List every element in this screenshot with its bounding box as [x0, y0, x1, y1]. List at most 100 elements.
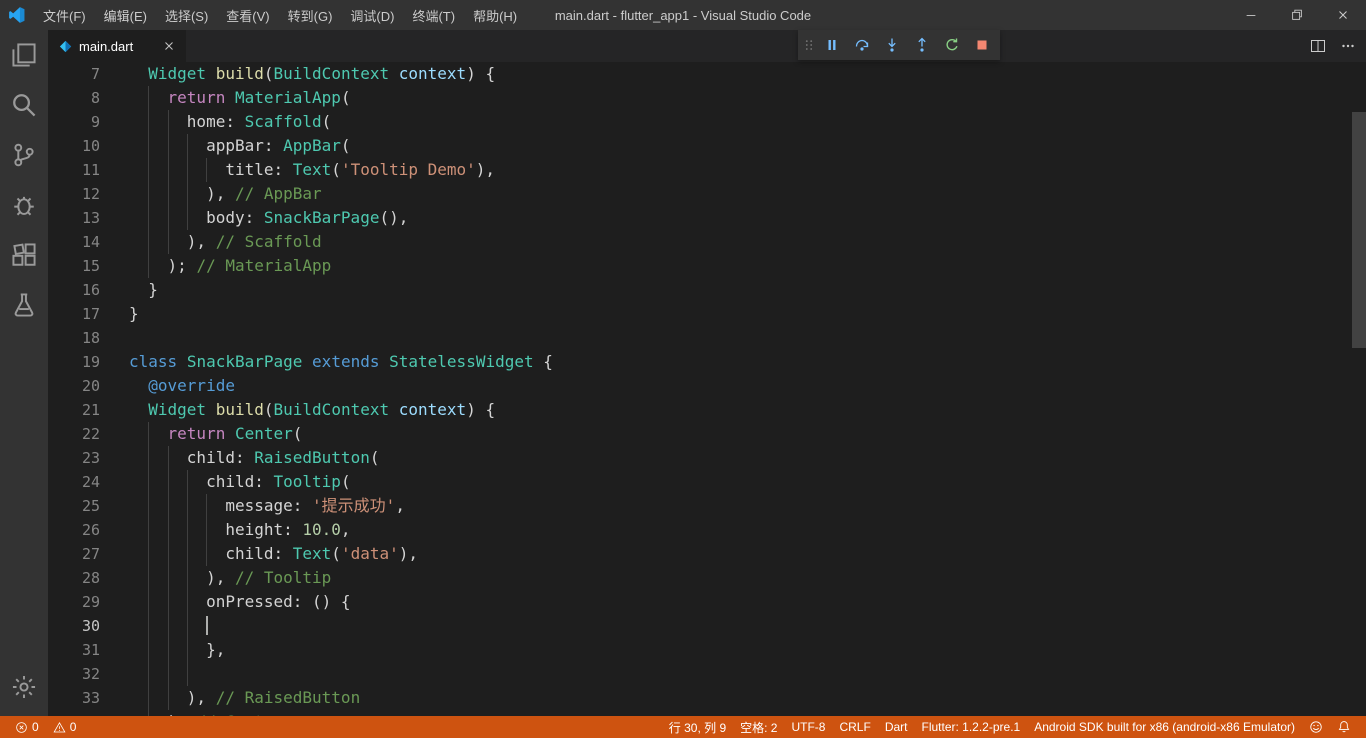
code-line-23[interactable]: 23 child: RaisedButton(	[48, 446, 1352, 470]
debug-drag-handle-button[interactable]	[801, 30, 817, 60]
status-encoding[interactable]: UTF-8	[784, 716, 832, 738]
line-number[interactable]: 13	[48, 206, 100, 230]
line-number[interactable]: 24	[48, 470, 100, 494]
line-number[interactable]: 33	[48, 686, 100, 710]
line-number[interactable]: 12	[48, 182, 100, 206]
status-eol[interactable]: CRLF	[832, 716, 877, 738]
debug-step-over-button[interactable]	[847, 30, 877, 60]
code-line-26[interactable]: 26 height: 10.0,	[48, 518, 1352, 542]
status-device[interactable]: Android SDK built for x86 (android-x86 E…	[1027, 716, 1302, 738]
activity-search-button[interactable]	[0, 80, 48, 130]
line-number[interactable]: 10	[48, 134, 100, 158]
code-line-13[interactable]: 13 body: SnackBarPage(),	[48, 206, 1352, 230]
feedback-button[interactable]	[1302, 716, 1330, 738]
debug-step-out-button[interactable]	[907, 30, 937, 60]
more-actions-button[interactable]	[1340, 38, 1356, 54]
line-number[interactable]: 9	[48, 110, 100, 134]
status-warnings[interactable]: 0	[46, 716, 84, 738]
debug-step-into-button[interactable]	[877, 30, 907, 60]
editor-scrollbar[interactable]	[1352, 62, 1366, 716]
line-number[interactable]: 19	[48, 350, 100, 374]
code-line-25[interactable]: 25 message: '提示成功',	[48, 494, 1352, 518]
code-line-15[interactable]: 15); // MaterialApp	[48, 254, 1352, 278]
code-line-30[interactable]: 30	[48, 614, 1352, 638]
code-line-12[interactable]: 12), // AppBar	[48, 182, 1352, 206]
tab-main-dart[interactable]: main.dart	[48, 30, 186, 62]
line-number[interactable]: 8	[48, 86, 100, 110]
code-line-29[interactable]: 29 onPressed: () {	[48, 590, 1352, 614]
line-number[interactable]: 21	[48, 398, 100, 422]
code-line-9[interactable]: 9 home: Scaffold(	[48, 110, 1352, 134]
line-number[interactable]: 27	[48, 542, 100, 566]
code-line-28[interactable]: 28), // Tooltip	[48, 566, 1352, 590]
notifications-button[interactable]	[1330, 716, 1358, 738]
code-line-14[interactable]: 14), // Scaffold	[48, 230, 1352, 254]
line-number[interactable]: 25	[48, 494, 100, 518]
code-line-8[interactable]: 8 return MaterialApp(	[48, 86, 1352, 110]
line-number[interactable]: 20	[48, 374, 100, 398]
menu-terminal[interactable]: 终端(T)	[403, 0, 464, 30]
code-token: Text	[292, 544, 332, 563]
status-errors[interactable]: 0	[8, 716, 46, 738]
settings-button[interactable]	[0, 662, 48, 712]
editor[interactable]: 7 Widget build(BuildContext context) {8 re…	[48, 62, 1352, 716]
status-language-mode[interactable]: Dart	[878, 716, 915, 738]
menu-edit[interactable]: 编辑(E)	[95, 0, 156, 30]
activity-explorer-button[interactable]	[0, 30, 48, 80]
status-cursor-position[interactable]: 行 30, 列 9	[662, 716, 733, 738]
code-line-11[interactable]: 11 title: Text('Tooltip Demo'),	[48, 158, 1352, 182]
activity-test-button[interactable]	[0, 280, 48, 330]
line-number[interactable]: 11	[48, 158, 100, 182]
line-number[interactable]: 18	[48, 326, 100, 350]
line-number[interactable]: 32	[48, 662, 100, 686]
status-flutter-version[interactable]: Flutter: 1.2.2-pre.1	[914, 716, 1027, 738]
menu-debug[interactable]: 调试(D)	[341, 0, 403, 30]
line-number[interactable]: 14	[48, 230, 100, 254]
tab-close-button[interactable]	[162, 39, 176, 53]
code-line-32[interactable]: 32	[48, 662, 1352, 686]
line-number[interactable]: 30	[48, 614, 100, 638]
code-line-16[interactable]: 16}	[48, 278, 1352, 302]
code-line-18[interactable]: 18	[48, 326, 1352, 350]
minimize-button[interactable]	[1228, 0, 1274, 30]
code-line-17[interactable]: 17}	[48, 302, 1352, 326]
line-number[interactable]: 22	[48, 422, 100, 446]
debug-pause-button[interactable]	[817, 30, 847, 60]
debug-stop-button[interactable]	[967, 30, 997, 60]
activity-extensions-button[interactable]	[0, 230, 48, 280]
line-number[interactable]: 23	[48, 446, 100, 470]
line-number[interactable]: 28	[48, 566, 100, 590]
scrollbar-thumb[interactable]	[1352, 112, 1366, 348]
activity-source-control-button[interactable]	[0, 130, 48, 180]
menu-file[interactable]: 文件(F)	[34, 0, 95, 30]
restore-button[interactable]	[1274, 0, 1320, 30]
code-line-27[interactable]: 27 child: Text('data'),	[48, 542, 1352, 566]
line-number[interactable]: 26	[48, 518, 100, 542]
status-indentation[interactable]: 空格: 2	[733, 716, 784, 738]
code-line-24[interactable]: 24 child: Tooltip(	[48, 470, 1352, 494]
code-line-19[interactable]: 19 class SnackBarPage extends StatelessWi…	[48, 350, 1352, 374]
line-number[interactable]: 17	[48, 302, 100, 326]
code-line-33[interactable]: 33), // RaisedButton	[48, 686, 1352, 710]
code-line-20[interactable]: 20 @override	[48, 374, 1352, 398]
menu-goto[interactable]: 转到(G)	[279, 0, 342, 30]
line-number[interactable]: 16	[48, 278, 100, 302]
line-number[interactable]: 29	[48, 590, 100, 614]
line-number[interactable]: 7	[48, 62, 100, 86]
menu-selection[interactable]: 选择(S)	[156, 0, 217, 30]
menu-view[interactable]: 查看(V)	[217, 0, 278, 30]
code-line-21[interactable]: 21 Widget build(BuildContext context) {	[48, 398, 1352, 422]
close-button[interactable]	[1320, 0, 1366, 30]
code-token: Tooltip	[273, 472, 341, 491]
code-line-10[interactable]: 10 appBar: AppBar(	[48, 134, 1352, 158]
code-token: (	[340, 472, 351, 491]
code-line-7[interactable]: 7 Widget build(BuildContext context) {	[48, 62, 1352, 86]
debug-restart-button[interactable]	[937, 30, 967, 60]
split-editor-button[interactable]	[1310, 38, 1326, 54]
line-number[interactable]: 31	[48, 638, 100, 662]
code-line-31[interactable]: 31},	[48, 638, 1352, 662]
activity-debug-button[interactable]	[0, 180, 48, 230]
menu-help[interactable]: 帮助(H)	[464, 0, 526, 30]
line-number[interactable]: 15	[48, 254, 100, 278]
code-line-22[interactable]: 22 return Center(	[48, 422, 1352, 446]
